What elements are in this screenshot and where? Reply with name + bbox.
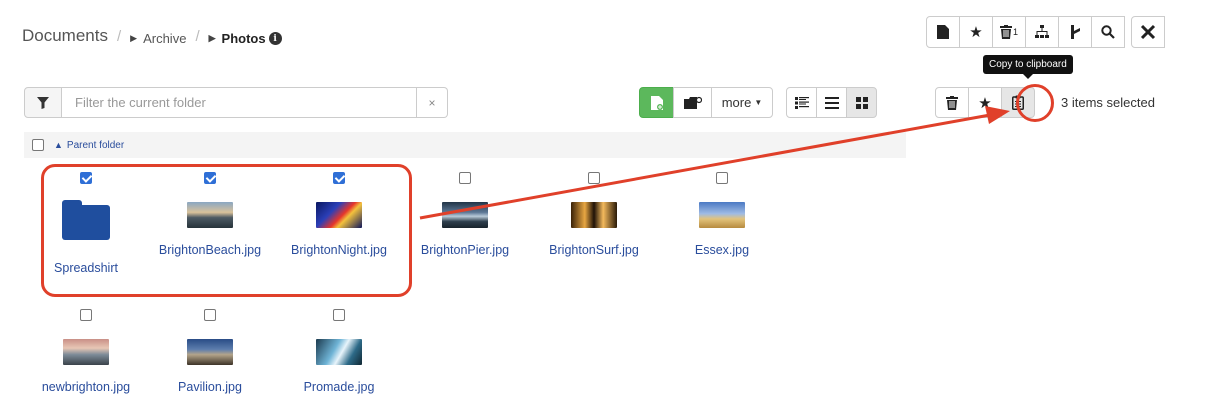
action-group: more ▼ (639, 87, 773, 118)
parent-folder-bar: ▲ Parent folder (24, 132, 906, 158)
item-checkbox[interactable] (204, 309, 216, 321)
caret-right-icon: ▶ (130, 33, 138, 43)
info-icon[interactable]: i (268, 32, 282, 45)
search-button[interactable] (1091, 16, 1125, 48)
breadcrumb: Documents / ▶ Archive / ▶ Photos i (22, 26, 282, 46)
breadcrumb-root[interactable]: Documents (22, 26, 108, 46)
item-name[interactable]: newbrighton.jpg (24, 379, 148, 396)
select-all-checkbox[interactable] (32, 139, 44, 151)
item-checkbox[interactable] (716, 172, 728, 184)
list-icon (824, 96, 839, 109)
tools-button[interactable] (1131, 16, 1165, 48)
list-detail-icon (794, 96, 809, 109)
tools-icon (1140, 24, 1156, 40)
breadcrumb-separator: / (116, 28, 122, 45)
search-icon (1101, 25, 1115, 39)
item-checkbox[interactable] (80, 309, 92, 321)
image-thumbnail (316, 339, 362, 365)
view-list-button[interactable] (816, 87, 847, 118)
top-toolbar: ★ 1 (926, 16, 1165, 48)
breadcrumb-item-archive[interactable]: ▶ Archive (130, 31, 186, 46)
file-item[interactable]: Essex.jpg (660, 172, 784, 259)
file-item[interactable]: Promade.jpg (277, 309, 401, 396)
copy-tooltip: Copy to clipboard (983, 55, 1073, 79)
grid-icon (855, 96, 868, 109)
file-item[interactable]: newbrighton.jpg (24, 309, 148, 396)
branch-button[interactable] (1058, 16, 1092, 48)
filter-button[interactable] (24, 87, 62, 118)
breadcrumb-item-photos: ▶ Photos i (209, 31, 282, 46)
file-item[interactable]: BrightonSurf.jpg (532, 172, 656, 259)
filter-input[interactable] (62, 87, 417, 118)
delete-selected-button[interactable] (935, 87, 969, 118)
image-thumbnail (63, 339, 109, 365)
folder-plus-icon (683, 96, 702, 109)
trash-button[interactable]: 1 (992, 16, 1026, 48)
more-dropdown[interactable]: more ▼ (711, 87, 773, 118)
item-checkbox[interactable] (588, 172, 600, 184)
parent-folder-label: Parent folder (66, 139, 125, 151)
breadcrumb-separator: / (195, 28, 200, 45)
breadcrumb-item-label: Archive (143, 31, 187, 46)
filter-icon (37, 96, 49, 109)
filter-group: × (24, 87, 448, 118)
item-name[interactable]: Essex.jpg (660, 242, 784, 259)
selection-highlight-box (41, 164, 412, 297)
item-name[interactable]: Promade.jpg (277, 379, 401, 396)
item-name[interactable]: BrightonPier.jpg (403, 242, 527, 259)
new-file-button[interactable] (639, 87, 674, 118)
branch-icon (1071, 25, 1080, 39)
image-thumbnail (187, 339, 233, 365)
view-detail-list-button[interactable] (786, 87, 817, 118)
new-folder-button[interactable] (673, 87, 712, 118)
file-icon (937, 25, 949, 39)
file-item[interactable]: Pavilion.jpg (148, 309, 272, 396)
star-icon: ★ (978, 94, 992, 112)
clipboard-highlight-circle (1016, 84, 1054, 122)
image-thumbnail (571, 202, 617, 228)
new-document-button[interactable] (926, 16, 960, 48)
item-name[interactable]: Pavilion.jpg (148, 379, 272, 396)
trash-icon (946, 95, 958, 110)
trash-count-badge: 1 (1012, 27, 1018, 37)
parent-folder-link[interactable]: ▲ Parent folder (54, 140, 124, 151)
item-name[interactable]: BrightonSurf.jpg (532, 242, 656, 259)
caret-right-icon: ▶ (208, 33, 216, 43)
filter-clear-button[interactable]: × (417, 87, 448, 118)
item-checkbox[interactable] (333, 309, 345, 321)
chevron-up-icon: ▲ (54, 140, 63, 150)
new-file-icon (650, 95, 663, 110)
caret-down-icon: ▼ (754, 98, 763, 107)
star-icon: ★ (969, 24, 983, 41)
sitemap-icon (1035, 25, 1049, 38)
image-thumbnail (442, 202, 488, 228)
favorites-button[interactable]: ★ (959, 16, 993, 48)
sitemap-button[interactable] (1025, 16, 1059, 48)
more-label: more (721, 95, 752, 110)
item-checkbox[interactable] (459, 172, 471, 184)
favorite-selected-button[interactable]: ★ (968, 87, 1002, 118)
view-mode-group (786, 87, 877, 118)
selected-count: 3 items selected (1061, 95, 1155, 110)
file-item[interactable]: BrightonPier.jpg (403, 172, 527, 259)
breadcrumb-item-label: Photos (221, 31, 266, 46)
view-grid-button[interactable] (846, 87, 877, 118)
trash-icon (999, 25, 1012, 39)
image-thumbnail (699, 202, 745, 228)
